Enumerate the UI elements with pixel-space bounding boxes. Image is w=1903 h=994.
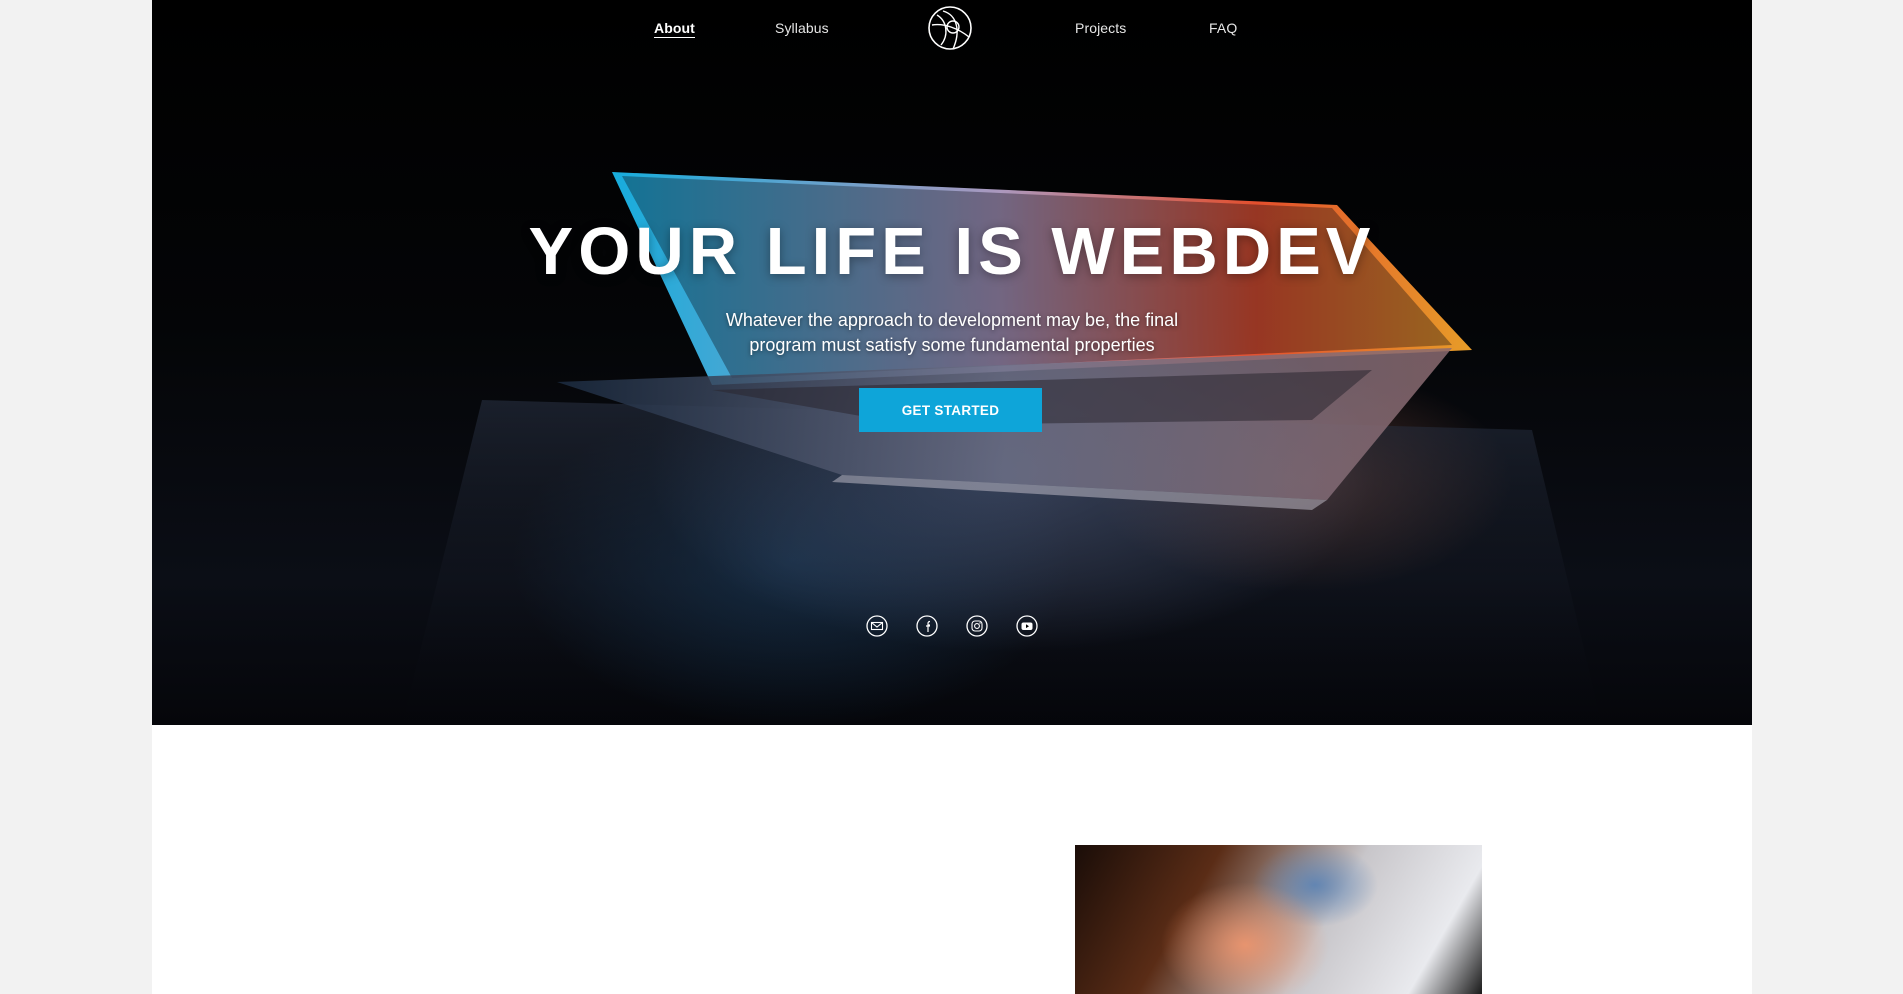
nav-link-syllabus[interactable]: Syllabus — [775, 20, 829, 36]
nav-link-about[interactable]: About — [654, 20, 695, 38]
student-laptop-photo — [1075, 845, 1482, 994]
mail-icon[interactable] — [866, 615, 888, 637]
page-container: About Syllabus Projects FAQ YOUR LIFE IS… — [152, 0, 1752, 994]
get-started-button[interactable]: GET STARTED — [859, 388, 1042, 432]
globe-logo-icon[interactable] — [927, 5, 973, 51]
nav-link-faq[interactable]: FAQ — [1209, 20, 1237, 36]
hero-title: YOUR LIFE IS WEBDEV — [528, 214, 1376, 289]
instagram-icon[interactable] — [966, 615, 988, 637]
hero-subtitle: Whatever the approach to development may… — [725, 310, 1179, 355]
nav-link-projects[interactable]: Projects — [1075, 20, 1126, 36]
main-nav: About Syllabus Projects FAQ — [152, 0, 1752, 58]
youtube-icon[interactable] — [1016, 615, 1038, 637]
facebook-icon[interactable] — [916, 615, 938, 637]
hero-section: About Syllabus Projects FAQ YOUR LIFE IS… — [152, 0, 1752, 725]
laptop-background-image — [402, 172, 1602, 725]
